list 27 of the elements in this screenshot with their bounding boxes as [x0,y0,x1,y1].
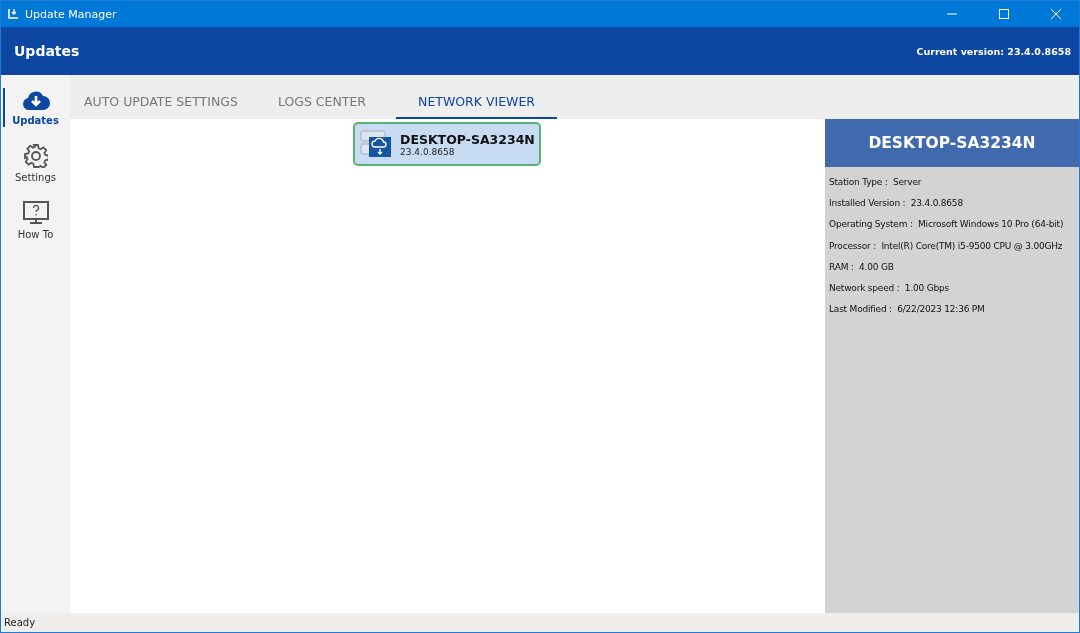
window-title: Update Manager [25,7,117,21]
page-title: Updates [14,43,80,59]
tab[interactable]: AUTO UPDATE SETTINGS [74,94,248,119]
detail-row-text: Last Modified : 6/22/2023 12:36 PM [829,303,986,317]
detail-row-text: Station Type : Server [829,175,923,189]
details-title: DESKTOP-SA3234N [825,119,1079,167]
node-name: DESKTOP-SA3234N [400,131,535,147]
cloud-download-icon [21,89,50,111]
status-text: Ready [4,617,36,628]
app-icon [7,8,19,20]
node-version: 23.4.0.8658 [400,146,456,157]
computer-node[interactable]: DESKTOP-SA3234N 23.4.0.8658 [353,122,541,166]
sidebar-item[interactable]: How To [1,197,70,244]
sidebar-item[interactable]: Updates [1,85,70,130]
tab[interactable]: LOGS CENTER [267,94,377,119]
detail-row-text: Operating System : Microsoft Windows 10 Pro (64-bit) [829,218,1065,232]
gear-icon [23,144,48,168]
monitor-question-icon [22,201,49,225]
detail-row-text: Network speed : 1.00 Gbps [829,282,951,296]
detail-row-text: Installed Version : 23.4.0.8658 [829,196,964,210]
maximize-icon [999,9,1009,19]
current-version: Current version: 23.4.0.8658 [916,45,1071,57]
sidebar-item[interactable]: Settings [1,140,70,187]
detail-row-text: Processor : Intel(R) Core(TM) i5-9500 CPU @ 3.00GHz [829,239,1064,253]
server-cloud-icon [360,129,394,159]
detail-row-text: RAM : 4.00 GB [829,260,895,274]
close-icon [1051,9,1061,19]
